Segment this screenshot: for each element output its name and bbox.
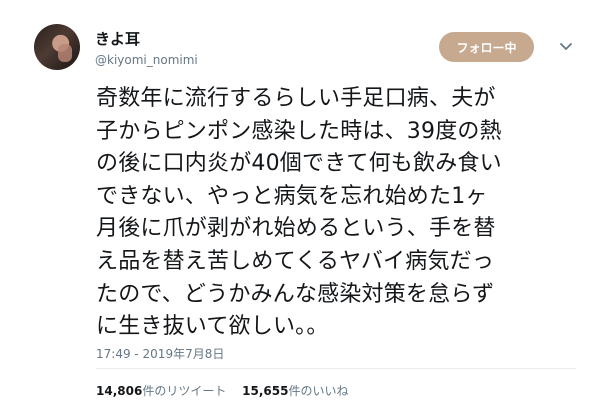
tweet-line: 奇数年に流行するらしい手足口病、夫が — [96, 86, 496, 111]
tweet-line: 子からピンポン感染した時は、39度の熱 — [96, 118, 502, 144]
retweets-stat[interactable]: 14,806件のリツイート — [96, 382, 226, 399]
likes-label: 件のいいね — [288, 384, 349, 398]
tweet-line: に生き抜いて欲しい。。 — [96, 314, 329, 340]
tweet-line: たので、どうかみんな感染対策を怠らず — [96, 281, 495, 307]
divider — [96, 368, 576, 369]
following-button[interactable]: フォロー中 — [439, 32, 534, 62]
tweet-line: 月後に爪が剥がれ始めるという、手を替 — [96, 216, 496, 242]
likes-stat[interactable]: 15,655件のいいね — [242, 382, 348, 399]
likes-count: 15,655 — [242, 384, 289, 398]
user-names: きよ耳 @kiyomi_nomimi — [95, 30, 198, 69]
tweet-stats: 14,806件のリツイート 15,655件のいいね — [96, 382, 360, 399]
retweets-count: 14,806 — [96, 384, 143, 398]
display-name[interactable]: きよ耳 — [95, 30, 198, 48]
avatar[interactable] — [34, 24, 80, 70]
chevron-down-icon[interactable] — [559, 40, 573, 54]
tweet-line: え品を替え苦しめてくるヤバイ病気だっ — [96, 248, 495, 274]
tweet-text: 奇数年に流行するらしい手足口病、夫が 子からピンポン感染した時は、39度の熱 の… — [96, 83, 576, 344]
user-handle[interactable]: @kiyomi_nomimi — [95, 51, 198, 69]
tweet-line: の後に口内炎が40個できて何も飲み食い — [96, 151, 502, 177]
tweet-timestamp[interactable]: 17:49 - 2019年7月8日 — [96, 345, 224, 362]
retweets-label: 件のリツイート — [142, 384, 227, 398]
tweet-header: きよ耳 @kiyomi_nomimi フォロー中 — [34, 24, 574, 74]
tweet-line: できない、やっと病気を忘れ始めた1ヶ — [96, 183, 488, 209]
